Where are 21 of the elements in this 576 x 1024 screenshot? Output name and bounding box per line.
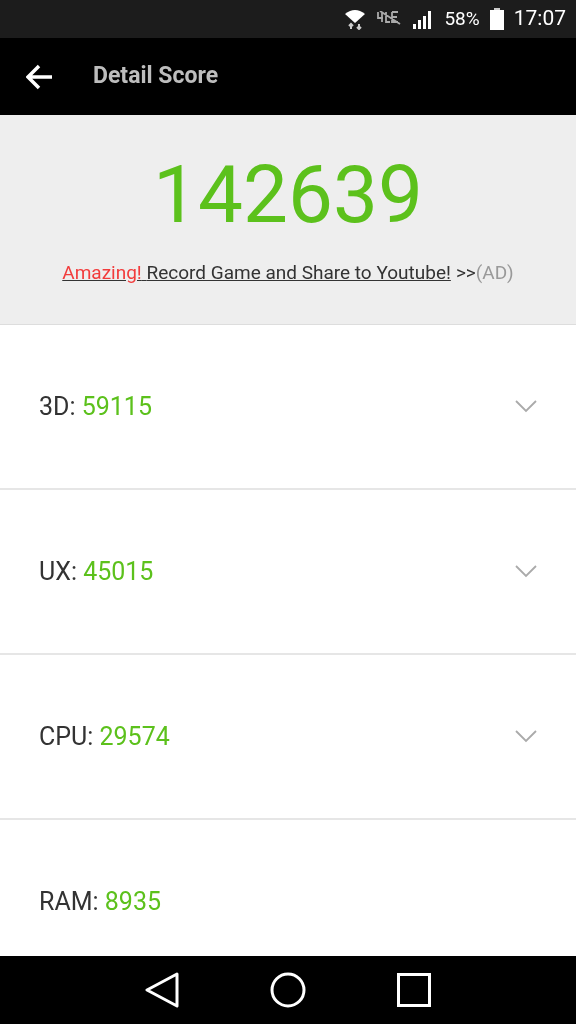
score-row[interactable]: 3D: 59115 — [0, 325, 576, 490]
score-label: 3D: 59115 — [39, 390, 152, 423]
home-icon[interactable] — [270, 972, 306, 1008]
score-label: RAM: 8935 — [39, 885, 161, 918]
score-row[interactable]: CPU: 29574 — [0, 655, 576, 820]
battery-percent: 58% — [444, 5, 480, 32]
back-icon[interactable] — [145, 972, 180, 1008]
score-label: UX: 45015 — [39, 555, 154, 588]
back-arrow-icon — [26, 63, 54, 90]
clock: 17:07 — [513, 5, 566, 33]
ad-tag: (AD) — [475, 259, 514, 288]
score-row[interactable]: UX: 45015 — [0, 490, 576, 655]
page-title: Detail Score — [93, 61, 219, 92]
wifi-icon — [344, 8, 367, 30]
total-score: 142639 — [153, 147, 423, 244]
recents-icon[interactable] — [396, 973, 431, 1007]
ad-link[interactable]: Amazing! Record Game and Share to Youtube! — [62, 259, 451, 288]
network-type-icon — [376, 11, 403, 27]
score-label: CPU: 29574 — [39, 720, 170, 753]
ad-arrows: >> — [455, 260, 476, 286]
battery-icon — [489, 8, 504, 30]
